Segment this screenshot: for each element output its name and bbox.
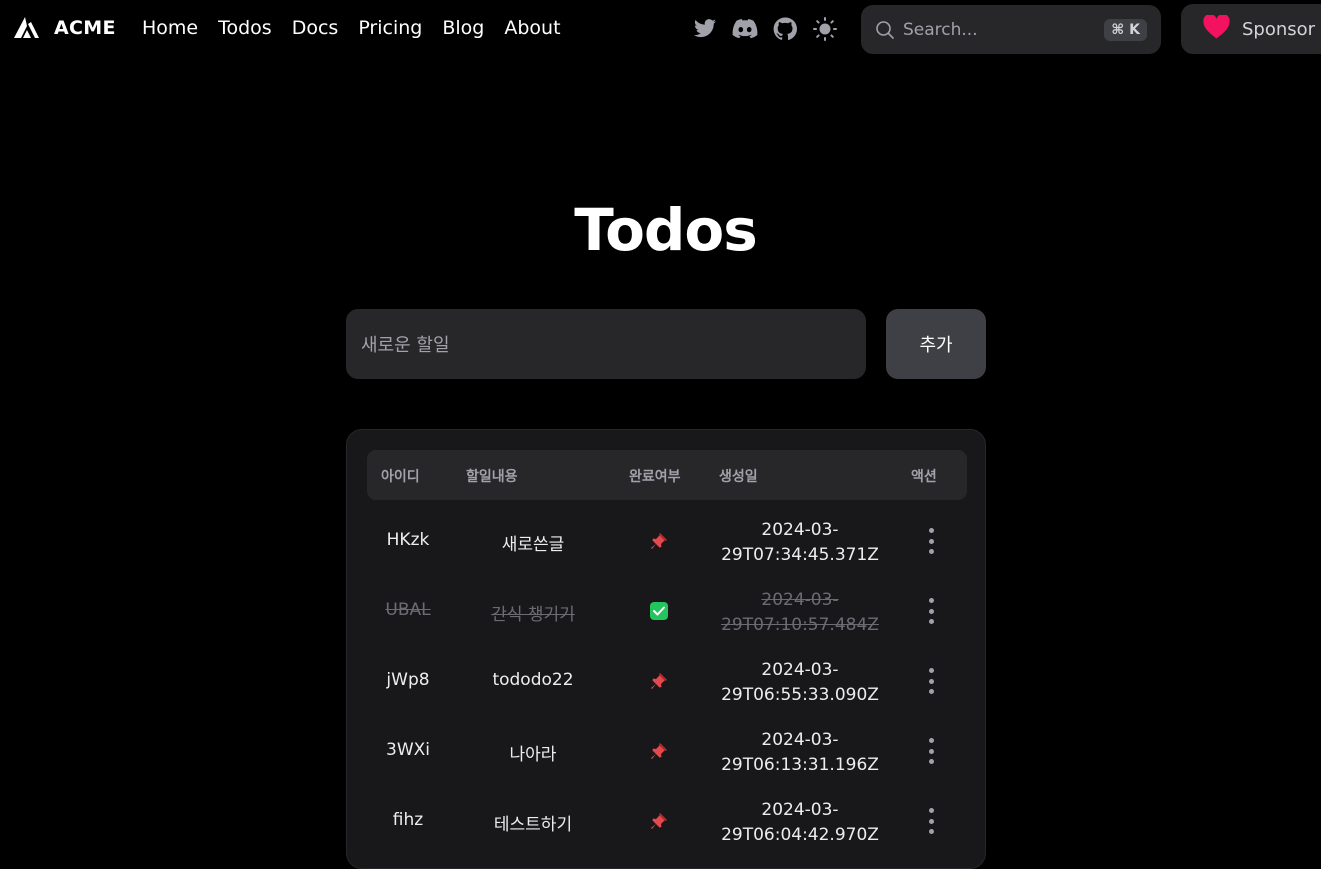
nav-link-pricing[interactable]: Pricing [358,17,422,39]
table-row[interactable]: fihz 테스트하기 2024-03- 29T06:04:42.970Z [347,786,987,856]
pin-icon[interactable] [645,529,673,553]
brand[interactable]: ACME [14,17,116,39]
todo-created-line2: 29T06:55:33.090Z [721,685,879,705]
row-actions-menu-icon[interactable] [921,668,941,694]
sponsor-label: Sponsor [1242,18,1316,40]
todo-created-line1: 2024-03- [761,800,839,820]
new-todo-input[interactable]: 새로운 할일 [346,309,866,379]
todo-id: 3WXi [386,740,430,760]
page-title: Todos [574,196,758,264]
todo-created: 2024-03- 29T06:04:42.970Z [715,798,885,848]
pin-icon[interactable] [645,669,673,693]
search-placeholder: Search... [903,19,978,40]
new-todo-placeholder: 새로운 할일 [361,335,450,356]
navbar: ACME Home Todos Docs Pricing Blog About [0,0,1321,60]
nav-link-about[interactable]: About [504,17,560,39]
discord-icon[interactable] [732,16,758,42]
github-icon[interactable] [772,16,798,42]
todo-content: 나아라 [509,745,557,765]
todo-content: 간식 챙기기 [491,605,575,625]
pin-icon[interactable] [645,739,673,763]
row-actions-menu-icon[interactable] [921,528,941,554]
todo-created-line2: 29T07:34:45.371Z [721,545,879,565]
table-row[interactable]: UBAL 간식 챙기기 2024-03- 29T07:10:57.484Z [347,576,987,646]
brand-name: ACME [54,17,116,39]
todos-table: 아이디 할일내용 완료여부 생성일 액션 HKzk 새로쓴글 2024-03- … [346,429,986,869]
table-header: 아이디 할일내용 완료여부 생성일 액션 [367,450,967,500]
todo-id: UBAL [385,600,431,620]
todo-id: HKzk [386,530,430,550]
search-input[interactable]: Search... ⌘ K [861,5,1161,54]
todo-created-line1: 2024-03- [761,730,839,750]
row-actions-menu-icon[interactable] [921,808,941,834]
todo-created-line1: 2024-03- [761,660,839,680]
column-header-content: 할일내용 [466,469,518,485]
acme-logo-icon [14,17,40,39]
nav-links: Home Todos Docs Pricing Blog About [142,17,581,39]
heart-icon [1203,13,1230,43]
column-header-created: 생성일 [719,469,758,485]
todo-created-line2: 29T06:04:42.970Z [721,825,879,845]
nav-link-blog[interactable]: Blog [442,17,484,39]
column-header-done: 완료여부 [629,469,681,485]
todo-created: 2024-03- 29T06:13:31.196Z [715,728,885,778]
twitter-icon[interactable] [692,16,718,42]
todo-created-line2: 29T07:10:57.484Z [721,615,879,635]
row-actions-menu-icon[interactable] [921,738,941,764]
social-links [692,16,838,42]
column-header-id: 아이디 [381,469,420,485]
column-header-action: 액션 [911,469,937,485]
todo-created: 2024-03- 29T07:10:57.484Z [715,588,885,638]
todo-created: 2024-03- 29T06:55:33.090Z [715,658,885,708]
nav-link-todos[interactable]: Todos [218,17,272,39]
row-actions-menu-icon[interactable] [921,598,941,624]
table-row[interactable]: HKzk 새로쓴글 2024-03- 29T07:34:45.371Z [347,506,987,576]
add-todo-button[interactable]: 추가 [886,309,986,379]
todo-id: fihz [392,810,424,830]
todo-created: 2024-03- 29T07:34:45.371Z [715,518,885,568]
table-row[interactable]: jWp8 tododo22 2024-03- 29T06:55:33.090Z [347,646,987,716]
search-icon [875,20,895,40]
todo-content: tododo22 [492,670,574,690]
todo-created-line1: 2024-03- [761,590,839,610]
todo-id: jWp8 [386,670,430,690]
todo-content: 새로쓴글 [501,535,565,555]
check-icon[interactable] [645,599,673,623]
nav-link-home[interactable]: Home [142,17,198,39]
todo-created-line1: 2024-03- [761,520,839,540]
theme-toggle-icon[interactable] [812,16,838,42]
table-row[interactable]: 3WXi 나아라 2024-03- 29T06:13:31.196Z [347,716,987,786]
sponsor-button[interactable]: Sponsor [1181,4,1321,54]
pin-icon[interactable] [645,809,673,833]
nav-link-docs[interactable]: Docs [292,17,339,39]
search-shortcut-kbd: ⌘ K [1104,18,1147,41]
todo-content: 테스트하기 [493,815,573,835]
todo-created-line2: 29T06:13:31.196Z [721,755,879,775]
